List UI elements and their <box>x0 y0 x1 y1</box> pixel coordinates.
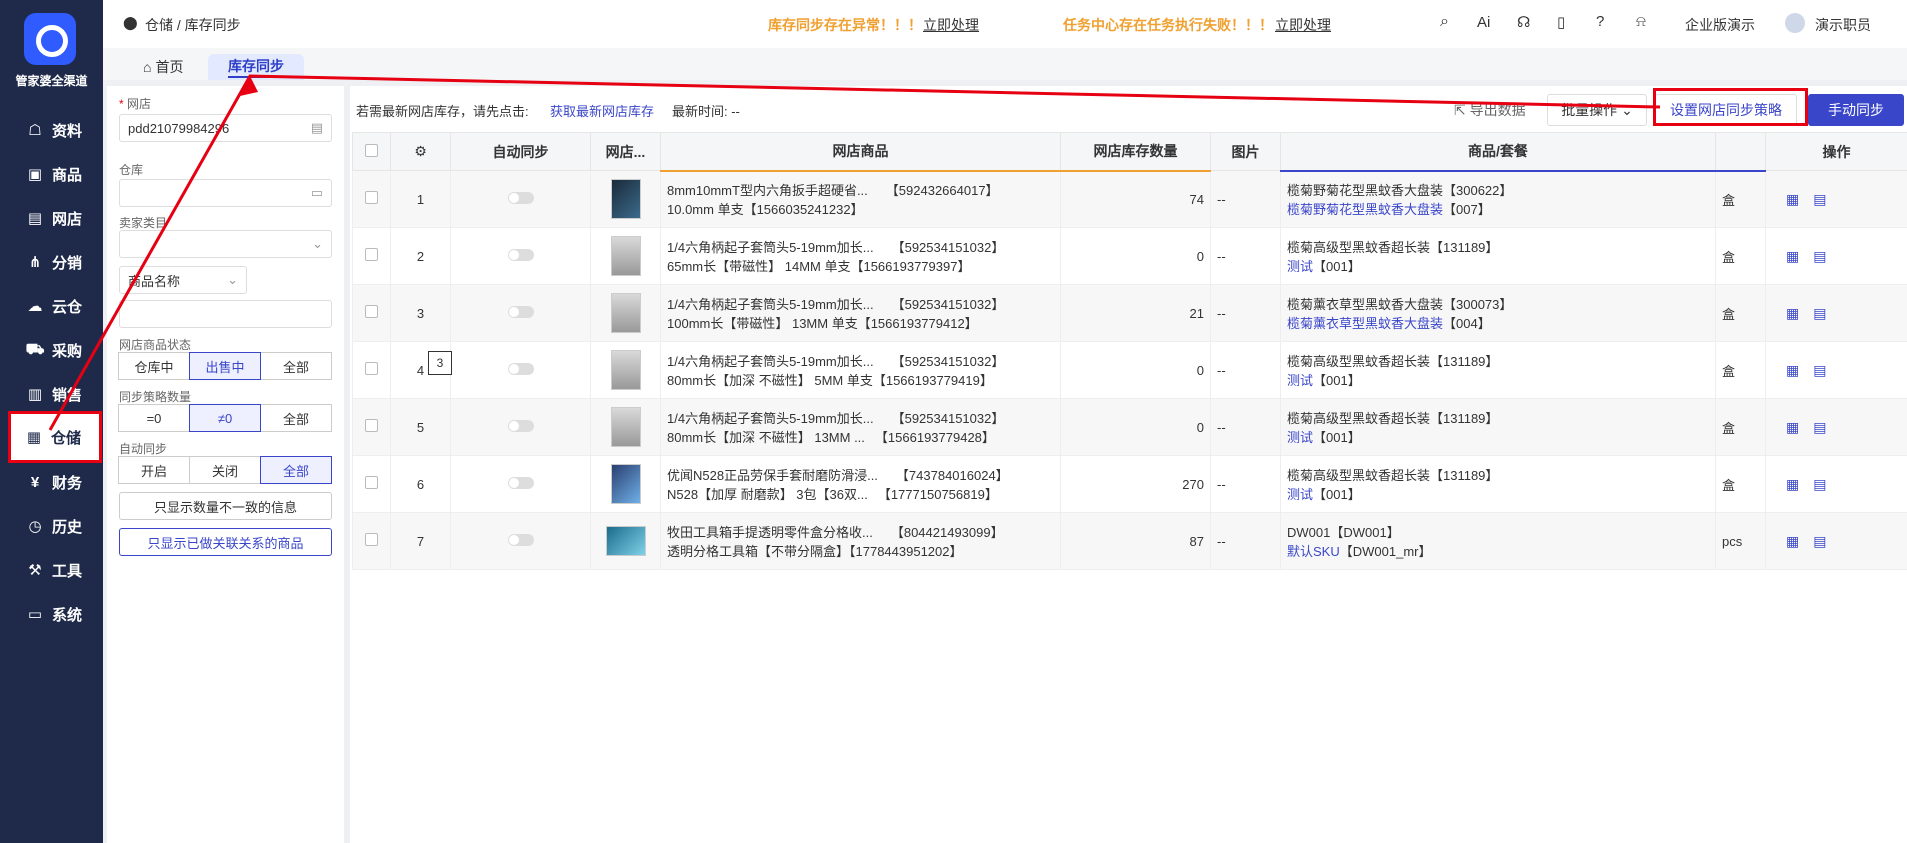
annotation-arrow-line <box>48 74 1661 431</box>
status-on-sale[interactable]: 出售中 <box>189 352 261 380</box>
annotation-arrows <box>48 74 1661 431</box>
strategy-nonzero[interactable]: ≠0 <box>189 404 261 432</box>
auto-all[interactable]: 全部 <box>260 456 332 484</box>
